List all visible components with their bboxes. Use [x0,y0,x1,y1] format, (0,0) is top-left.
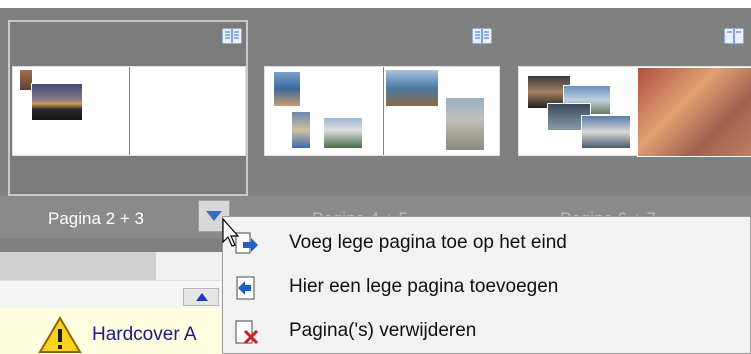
spread-context-menu: Voeg lege pagina toe op het eind Hier ee… [222,216,751,354]
open-book-icon[interactable] [472,28,492,44]
photo-sunset [31,83,83,121]
page-insert-icon [236,276,255,300]
photo-collage-right [637,67,751,157]
spread-pages-2-3[interactable] [12,66,246,156]
mouse-cursor-icon [222,218,240,247]
page-fold [129,67,130,155]
open-book-icon[interactable] [724,28,744,44]
spread-pages-6-7[interactable] [518,66,751,157]
menu-item-label: Hier een lege pagina toevoegen [289,276,559,297]
photo-coast [385,69,439,107]
collapse-panel-button[interactable] [183,288,219,306]
menu-item-append-blank-page[interactable]: Voeg lege pagina toe op het eind [223,223,750,263]
menu-item-delete-pages[interactable]: Pagina('s) verwijderen [223,311,750,351]
chevron-up-icon [196,293,208,301]
menu-item-insert-blank-page[interactable]: Hier een lege pagina toevoegen [223,267,750,307]
warning-text[interactable]: Hardcover A [92,322,197,348]
photo-waves [581,115,631,149]
menu-item-label: Pagina('s) verwijderen [289,320,477,341]
dropdown-arrow-icon [206,211,222,221]
scrollbar-thumb[interactable] [0,252,156,280]
spread-label-selected: Pagina 2 + 3 [48,209,144,228]
photo-building [291,111,311,149]
top-edge [0,0,751,8]
spread-pages-4-5[interactable] [264,66,500,156]
photo-town [323,117,363,149]
page-fold [383,67,384,155]
photobook-editor: Pagina 2 + 3 Pagina 4 + 5 Pagina 6 + 7 H… [0,0,751,354]
open-book-icon[interactable] [222,28,242,44]
page-delete-icon [235,320,259,345]
warning-triangle-icon [38,316,82,353]
photo-rocks [445,97,485,151]
menu-item-label: Voeg lege pagina toe op het eind [289,232,567,253]
photo-pool [273,71,301,107]
